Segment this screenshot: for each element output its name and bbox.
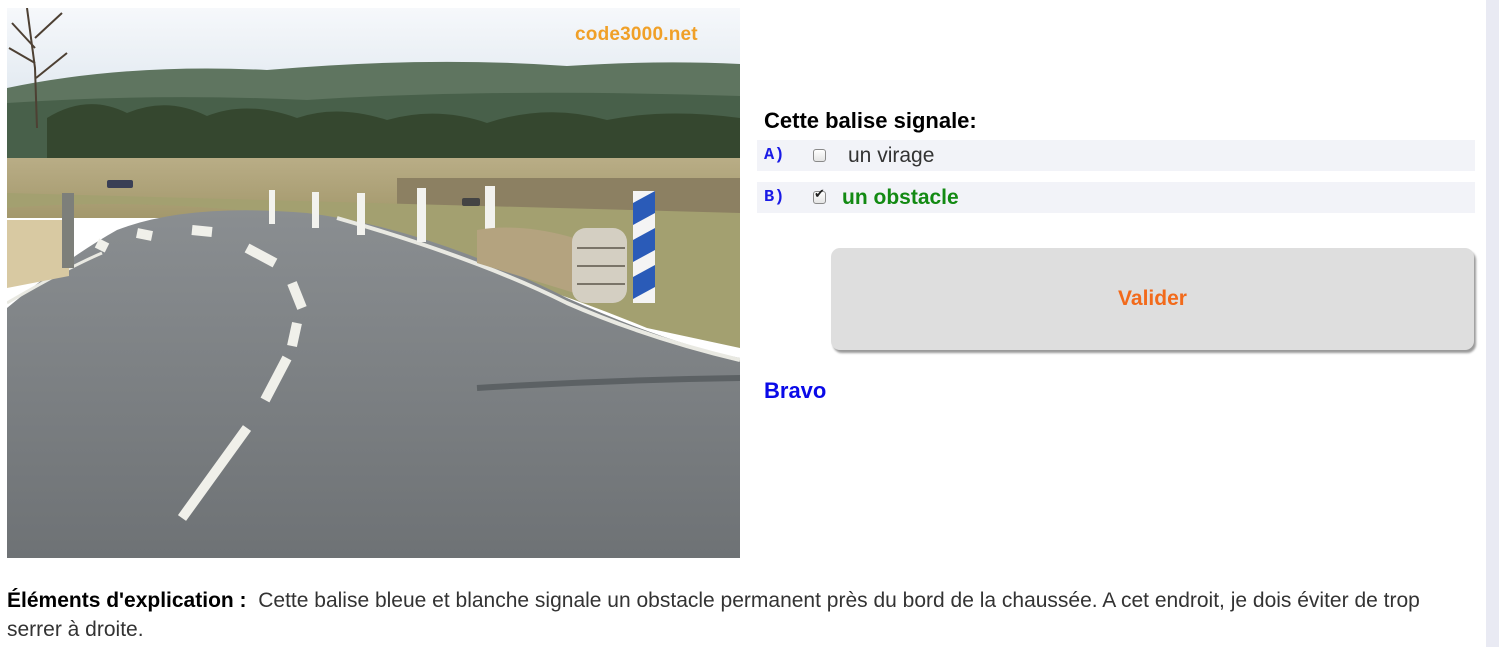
explanation-block: Éléments d'explication : Cette balise bl… [7, 586, 1467, 644]
answer-letter-a: A) [764, 146, 785, 165]
answer-a-text: un virage [848, 143, 935, 167]
question-text: Cette balise signale: [764, 108, 977, 133]
validate-button[interactable]: Valider [831, 248, 1474, 350]
answer-a-checkbox[interactable] [813, 149, 826, 162]
watermark-label: code3000.net [575, 24, 698, 45]
answer-option-b[interactable]: B) ✔ un obstacle [757, 182, 1475, 213]
beacon-marker [633, 191, 655, 303]
answer-option-a[interactable]: A) un virage [757, 140, 1475, 171]
answer-letter-b: B) [764, 188, 785, 207]
page-right-rail [1486, 0, 1499, 647]
answer-b-text: un obstacle [842, 185, 959, 209]
answer-b-checkbox[interactable]: ✔ [813, 187, 826, 204]
result-message: Bravo [764, 378, 827, 403]
road-photo-illustration [7, 8, 740, 558]
checkmark-icon: ✔ [814, 187, 825, 202]
explanation-label: Éléments d'explication : [7, 589, 247, 612]
question-photo: code3000.net [7, 8, 740, 558]
